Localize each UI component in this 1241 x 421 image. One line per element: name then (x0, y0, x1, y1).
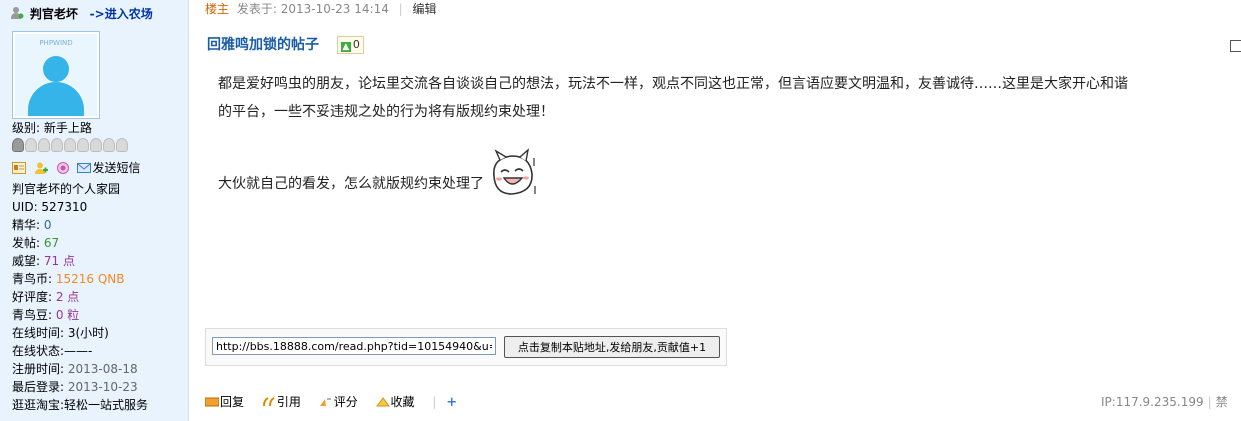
message-icon (77, 163, 92, 173)
medal-icon (64, 138, 76, 152)
quote-icon (262, 397, 275, 407)
thumb-up-icon: ▲ (340, 42, 351, 52)
user-action-links: 发送短信 (12, 159, 141, 177)
medal-icon (25, 138, 37, 152)
stat-posts: 发帖: 67 (12, 236, 60, 250)
rate-icon (319, 398, 331, 406)
medal-icon (116, 138, 128, 152)
medal-icon (12, 138, 24, 152)
favorite-button[interactable]: 收藏 (375, 395, 415, 409)
paragraph: 大伙就自己的看发，怎么就版规约束处理了 (218, 148, 1241, 198)
post-main: 楼主 发表于: 2013-10-23 14:14 | 编辑 回雅鸣加锁的帖子 ▲… (205, 0, 1241, 421)
poster-ip: IP:117.9.235.199 | 禁 (1101, 395, 1228, 409)
share-url-field[interactable] (212, 337, 496, 355)
paragraph-line: 都是爱好鸣虫的朋友，论坛里交流各自谈谈自己的想法，玩法不一样，观点不同这也正常，… (218, 76, 1128, 92)
stat-last-login: 最后登录: 2013-10-23 (12, 380, 138, 394)
stat-qnb: 青鸟币: 15216 QNB (12, 272, 125, 286)
stat-jinghua: 精华: 0 (12, 218, 52, 232)
medal-icon (77, 138, 89, 152)
user-stats: 判官老坏的个人家园 UID: 527310 精华: 0 发帖: 67 威望: 7… (12, 180, 148, 414)
post-content: 都是爱好鸣虫的朋友，论坛里交流各自谈谈自己的想法，玩法不一样，观点不同这也正常，… (218, 70, 1241, 198)
stat-register-time: 注册时间: 2013-08-18 (12, 362, 138, 376)
edit-link[interactable]: 编辑 (413, 2, 437, 16)
avatar-head-shape (43, 56, 69, 82)
avatar[interactable]: PHPWIND (12, 31, 100, 119)
add-friend-icon[interactable] (34, 162, 48, 174)
more-actions-button[interactable]: + (446, 395, 457, 410)
stat-haoping: 好评度: 2 点 (12, 290, 80, 304)
post-meta: 楼主 发表于: 2013-10-23 14:14 | 编辑 (205, 1, 437, 17)
stat-weiwang: 威望: 71 点 (12, 254, 75, 268)
favorite-icon (375, 397, 390, 407)
ban-link[interactable]: 禁 (1216, 395, 1228, 409)
divider: | (1207, 395, 1212, 409)
medal-icon (38, 138, 50, 152)
post-actions: 回复 引用 评分 收藏 | + (205, 393, 457, 411)
stat-online-time: 在线时间: 3(小时) (12, 326, 109, 340)
vote-button[interactable]: ▲ 0 (336, 36, 364, 54)
medal-icon (51, 138, 63, 152)
reply-icon (205, 397, 219, 407)
laughing-face-emoticon (493, 148, 536, 195)
floor-label: 楼主 (205, 2, 230, 16)
post-time: 发表于: 2013-10-23 14:14 (236, 2, 389, 16)
medal-icon (103, 138, 115, 152)
post-title-row: 回雅鸣加锁的帖子 ▲ 0 (207, 35, 364, 55)
avatar-body-shape (28, 82, 84, 116)
level-medals (12, 138, 129, 154)
user-online-icon (11, 7, 24, 19)
user-level: 级别: 新手上路 (12, 121, 92, 135)
author-name[interactable]: 判官老坏 (30, 7, 78, 21)
author-header: 判官老坏 ->进入农场 (10, 5, 153, 23)
stat-uid: UID: 527310 (12, 200, 88, 214)
profile-card-icon[interactable] (12, 162, 26, 174)
share-link-bar: 点击复制本贴地址,发给朋友,贡献值+1 (205, 328, 727, 366)
avatar-label: PHPWIND (39, 39, 73, 47)
divider: | (432, 395, 437, 409)
reply-button[interactable]: 回复 (205, 395, 244, 409)
select-post-checkbox[interactable] (1230, 40, 1241, 52)
send-message-link[interactable]: 发送短信 (92, 161, 140, 175)
stat-qingniaodou: 青鸟豆: 0 粒 (12, 308, 80, 322)
paragraph-line: 的平台，一些不妥违规之处的行为将有版规约束处理！ (218, 104, 554, 120)
divider: | (398, 2, 403, 16)
stat-online-status: 在线状态:——- (12, 344, 93, 358)
personal-home-link[interactable]: 判官老坏的个人家园 (12, 180, 148, 198)
farm-link[interactable]: ->进入农场 (90, 7, 153, 21)
author-sidebar: 判官老坏 ->进入农场 PHPWIND 级别: 新手上路 发送短信 判官老坏的个… (0, 0, 189, 421)
copy-link-button[interactable]: 点击复制本贴地址,发给朋友,贡献值+1 (504, 336, 720, 358)
quote-button[interactable]: 引用 (262, 395, 301, 409)
medal-icon (90, 138, 102, 152)
qq-icon[interactable] (56, 162, 70, 174)
post-title: 回雅鸣加锁的帖子 (207, 37, 319, 53)
taobao-link[interactable]: 逛逛淘宝:轻松一站式服务 (12, 396, 148, 414)
rate-button[interactable]: 评分 (319, 395, 358, 409)
vote-count: 0 (352, 38, 360, 51)
